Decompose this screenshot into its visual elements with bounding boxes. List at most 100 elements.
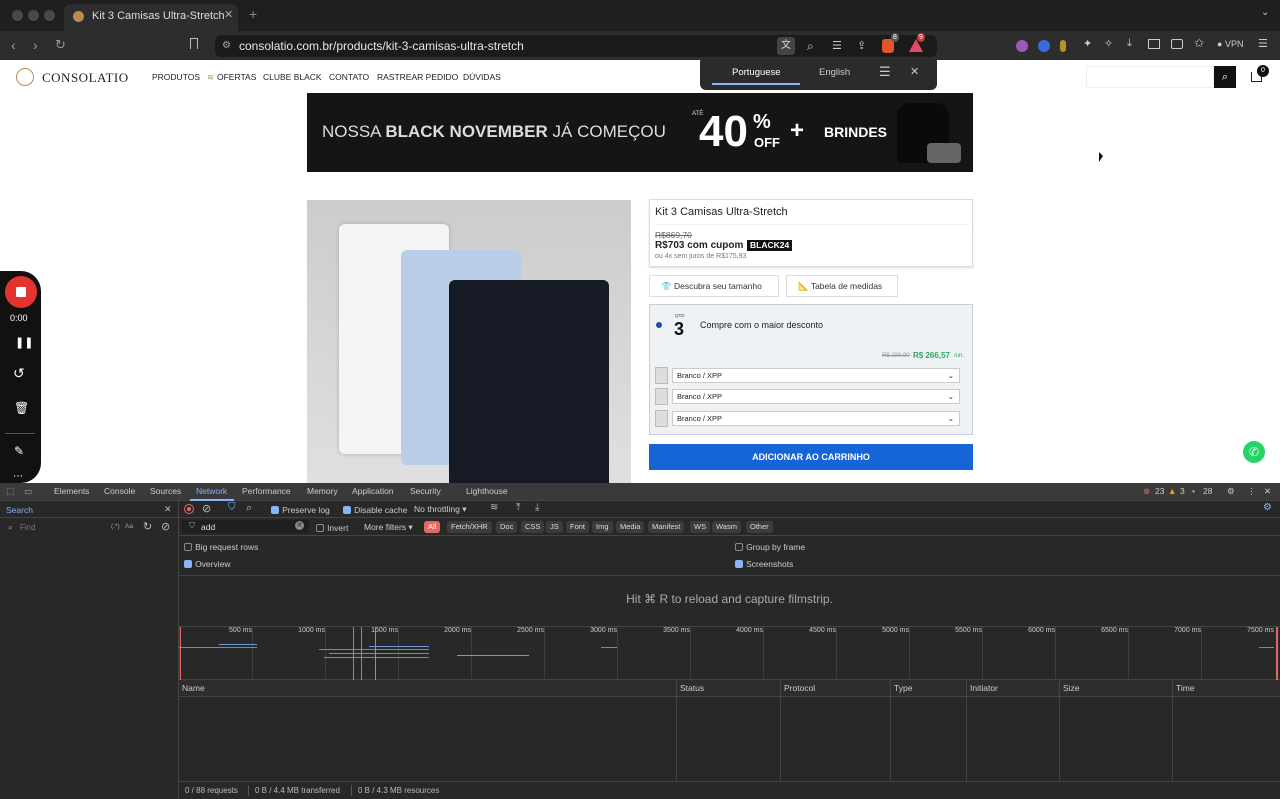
menu-icon[interactable]: ☰ [1258, 37, 1268, 50]
sidebar-icon[interactable] [1148, 39, 1160, 49]
translate-target-lang[interactable]: English [819, 67, 850, 78]
twitter-icon[interactable]: ✦ [1083, 37, 1092, 50]
share-icon[interactable]: ⇪ [857, 35, 866, 57]
message-count[interactable]: 28 [1203, 486, 1212, 496]
reader-mode-icon[interactable]: ☰ [832, 35, 842, 57]
close-tab-icon[interactable]: ✕ [224, 8, 233, 21]
maximize-window-button[interactable] [44, 10, 55, 21]
nav-ofertas[interactable]: OFERTAS [217, 72, 256, 82]
filter-ws[interactable]: WS [690, 521, 711, 533]
more-options-icon[interactable]: ⋮ [1247, 486, 1256, 497]
nav-duvidas[interactable]: DÚVIDAS [463, 72, 501, 82]
extension-color-icon[interactable] [1016, 40, 1028, 52]
add-to-cart-button[interactable]: ADICIONAR AO CARRINHO [649, 444, 973, 470]
column-type[interactable]: Type [891, 680, 967, 697]
offer-radio[interactable] [656, 322, 662, 328]
filter-all[interactable]: All [424, 521, 441, 533]
delete-icon[interactable]: 🗑 [14, 401, 29, 415]
nav-clube-black[interactable]: CLUBE BLACK [263, 72, 322, 82]
filter-manifest[interactable]: Manifest [648, 521, 685, 533]
clear-search-icon[interactable]: ⊘ [161, 520, 170, 533]
column-initiator[interactable]: Initiator [967, 680, 1060, 697]
restart-icon[interactable]: ↺ [13, 365, 25, 382]
timeline-end-handle[interactable] [1276, 627, 1278, 681]
minimize-window-button[interactable] [28, 10, 39, 21]
variant-select-3[interactable]: Branco / XPP ⌄ [672, 411, 960, 426]
translate-icon[interactable]: 文 [777, 37, 795, 55]
tab-sources[interactable]: Sources [150, 486, 181, 496]
clear-filter-icon[interactable]: ✕ [295, 521, 304, 530]
column-size[interactable]: Size [1060, 680, 1173, 697]
nav-contato[interactable]: CONTATO [329, 72, 369, 82]
variant-select-1[interactable]: Branco / XPP ⌄ [672, 368, 960, 383]
filter-fetch-xhr[interactable]: Fetch/XHR [447, 521, 492, 533]
find-input[interactable] [20, 521, 108, 534]
translate-close-icon[interactable]: ✕ [910, 65, 919, 78]
case-toggle[interactable]: Aa [125, 523, 133, 530]
new-tab-button[interactable]: + [249, 6, 257, 22]
tab-performance[interactable]: Performance [242, 486, 291, 496]
forward-icon[interactable]: › [33, 37, 38, 53]
close-window-button[interactable] [12, 10, 23, 21]
filter-img[interactable]: Img [592, 521, 613, 533]
search-drawer-title[interactable]: Search [6, 505, 33, 515]
filter-js[interactable]: JS [546, 521, 563, 533]
url-bar[interactable]: ⚙ consolatio.com.br/products/kit-3-camis… [215, 33, 937, 57]
clear-log-icon[interactable]: ⊘ [202, 502, 211, 515]
tab-console[interactable]: Console [104, 486, 135, 496]
tab-list-chevron-icon[interactable]: ⌄ [1261, 7, 1269, 18]
extension-bolt-icon[interactable] [1060, 40, 1066, 52]
site-logo[interactable]: CONSOLATIO [42, 70, 129, 86]
pencil-icon[interactable]: ✎ [14, 444, 24, 458]
extensions-puzzle-icon[interactable]: ✧ [1104, 37, 1113, 50]
big-rows-checkbox[interactable]: Big request rows [184, 541, 258, 553]
bookmark-icon[interactable] [190, 38, 198, 49]
promo-banner[interactable]: NOSSA BLACK NOVEMBER JÁ COMEÇOU ATÉ 40 %… [307, 93, 973, 172]
tab-lighthouse[interactable]: Lighthouse [466, 486, 508, 496]
settings-gear-icon[interactable]: ⚙ [1227, 486, 1235, 497]
screenshots-checkbox[interactable]: Screenshots [735, 558, 793, 570]
filter-icon[interactable]: ⛉ [228, 502, 236, 513]
browser-tab[interactable]: Kit 3 Camisas Ultra-Stretch [64, 4, 238, 31]
site-search-input[interactable] [1086, 66, 1214, 88]
wallet-icon[interactable] [1171, 39, 1183, 49]
column-name[interactable]: Name [179, 680, 677, 697]
reload-icon[interactable]: ↻ [55, 37, 66, 53]
filter-other[interactable]: Other [746, 521, 773, 533]
vpn-button[interactable]: ● VPN [1217, 39, 1243, 49]
filter-css[interactable]: CSS [521, 521, 545, 533]
size-finder-button[interactable]: 👕 Descubra seu tamanho [649, 275, 779, 297]
nav-rastrear-pedido[interactable]: RASTREAR PEDIDO [377, 72, 458, 82]
translate-options-icon[interactable]: ☰ [879, 64, 891, 80]
preserve-log-checkbox[interactable]: Preserve log [271, 504, 330, 516]
close-search-icon[interactable]: ✕ [164, 504, 172, 515]
back-icon[interactable]: ‹ [11, 37, 16, 53]
throttling-select[interactable]: No throttling ▾ [414, 504, 467, 515]
more-filters-dropdown[interactable]: More filters ▾ [364, 522, 413, 533]
disable-cache-checkbox[interactable]: Disable cache [343, 504, 407, 516]
export-har-icon[interactable]: ⤓ [535, 502, 539, 513]
extension-zm-icon[interactable] [1038, 40, 1050, 52]
tab-elements[interactable]: Elements [54, 486, 89, 496]
translate-source-lang[interactable]: Portuguese [732, 67, 781, 78]
size-chart-button[interactable]: 📐 Tabela de medidas [786, 275, 898, 297]
overview-checkbox[interactable]: Overview [184, 558, 231, 570]
download-icon[interactable]: ⤓ [1127, 37, 1132, 50]
quantity-offer-box[interactable]: QTD 3 Compre com o maior desconto R$ 289… [649, 304, 973, 435]
filter-font[interactable]: Font [566, 521, 590, 533]
tab-memory[interactable]: Memory [307, 486, 338, 496]
device-toolbar-icon[interactable]: ▭ [24, 486, 32, 497]
whatsapp-icon[interactable]: ✆ [1243, 441, 1265, 463]
refresh-search-icon[interactable]: ↻ [143, 520, 152, 533]
pause-icon[interactable]: ❚❚ [15, 336, 33, 349]
warning-count[interactable]: 3 [1180, 486, 1185, 496]
product-image[interactable] [307, 200, 631, 483]
group-frame-checkbox[interactable]: Group by frame [735, 541, 805, 553]
close-devtools-icon[interactable]: ✕ [1264, 486, 1271, 497]
variant-select-2[interactable]: Branco / XPP ⌄ [672, 389, 960, 404]
error-count[interactable]: 23 [1155, 486, 1164, 496]
import-har-icon[interactable]: ⤒ [516, 502, 520, 513]
nav-produtos[interactable]: PRODUTOS [152, 72, 200, 82]
filter-wasm[interactable]: Wasm [712, 521, 741, 533]
column-time[interactable]: Time [1173, 680, 1280, 697]
